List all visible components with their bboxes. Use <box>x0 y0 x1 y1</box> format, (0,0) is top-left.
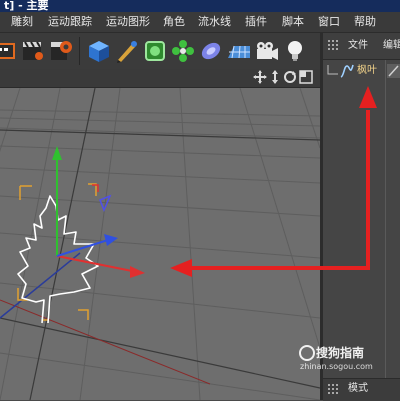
spline-icon <box>340 64 354 78</box>
menu-script[interactable]: 脚本 <box>282 15 304 29</box>
main-toolbar <box>0 33 322 69</box>
tab-file[interactable]: 文件 <box>348 40 368 52</box>
move-view-icon[interactable] <box>253 70 267 84</box>
x-axis-arrowhead[interactable] <box>130 266 145 278</box>
menu-mograph[interactable]: 运动图形 <box>106 15 150 29</box>
grip-icon-bottom[interactable] <box>328 384 340 396</box>
render-settings-icon[interactable] <box>48 38 74 64</box>
object-manager-header: 文件 编辑 <box>323 33 400 60</box>
toggle-view-icon[interactable] <box>299 70 313 84</box>
object-manager-column-divider <box>385 60 386 378</box>
layer-toggle-icon[interactable] <box>387 64 400 78</box>
zoom-view-icon[interactable] <box>268 70 282 84</box>
menu-sculpt[interactable]: 雕刻 <box>11 15 33 29</box>
viewport-scene <box>0 88 320 400</box>
render-view-icon[interactable] <box>20 38 46 64</box>
light-icon[interactable] <box>282 38 308 64</box>
hierarchy-branch-icon <box>327 65 338 75</box>
object-name[interactable]: 枫叶 <box>357 64 377 77</box>
z-axis-arrowhead[interactable] <box>104 234 118 246</box>
object-row-maple-leaf[interactable]: 枫叶 <box>323 63 400 79</box>
tab-edit[interactable]: 编辑 <box>383 40 400 52</box>
floor-icon[interactable] <box>226 38 252 64</box>
render-region-icon[interactable] <box>0 38 18 64</box>
menu-plugins[interactable]: 插件 <box>245 15 267 29</box>
menu-help[interactable]: 帮助 <box>354 15 376 29</box>
window-titlebar: t] - 主要 <box>0 0 400 12</box>
array-icon[interactable] <box>170 38 196 64</box>
object-manager-list <box>323 60 400 378</box>
z-axis-handle[interactable] <box>56 239 109 257</box>
menu-pipeline[interactable]: 流水线 <box>198 15 231 29</box>
watermark-text: 搜狗指南 <box>316 346 365 360</box>
grip-icon[interactable] <box>328 40 340 52</box>
pen-icon[interactable] <box>114 38 140 64</box>
rotate-view-icon[interactable] <box>283 70 297 84</box>
menu-character[interactable]: 角色 <box>163 15 185 29</box>
horizon-axis-line <box>0 299 211 385</box>
camera-icon[interactable] <box>254 38 280 64</box>
toolbar-divider <box>79 37 80 65</box>
watermark-url: zhinan.sogou.com <box>300 362 373 371</box>
menu-bar: 雕刻 运动跟踪 运动图形 角色 流水线 插件 脚本 窗口 帮助 <box>0 12 400 33</box>
gizmo-red-marker <box>92 184 99 192</box>
cube-icon[interactable] <box>86 38 112 64</box>
3d-viewport[interactable] <box>0 88 320 400</box>
deformer-icon[interactable] <box>198 38 224 64</box>
menu-window[interactable]: 窗口 <box>318 15 340 29</box>
viewport-header <box>0 69 322 88</box>
z-axis-ground-line <box>0 252 81 319</box>
tab-mode[interactable]: 模式 <box>348 383 368 395</box>
menu-motion-tracking[interactable]: 运动跟踪 <box>48 15 92 29</box>
window-title: t] - 主要 <box>4 0 49 12</box>
subdivision-icon[interactable] <box>142 38 168 64</box>
